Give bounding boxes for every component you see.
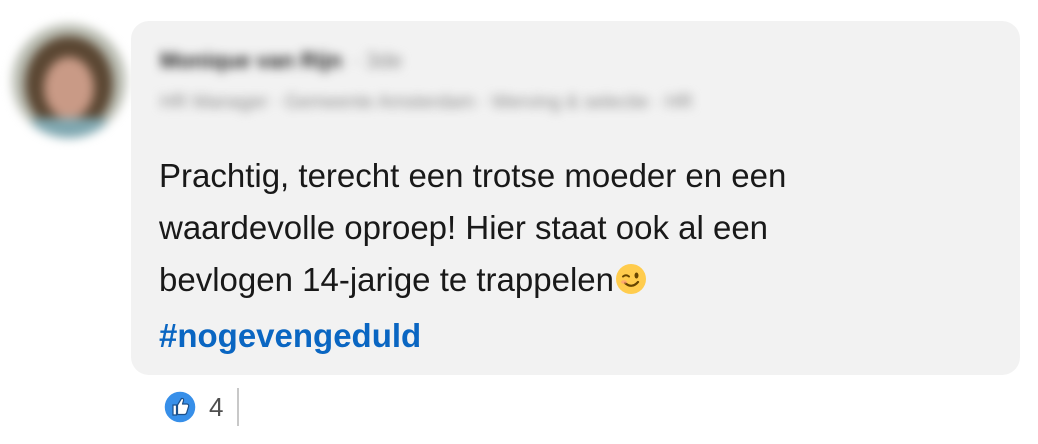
- comment-line-with-emoji: bevlogen 14-jarige te trappelen: [159, 254, 979, 310]
- avatar[interactable]: [12, 24, 126, 138]
- author-line[interactable]: Monique van Rijn · 3de: [160, 48, 402, 74]
- author-headline: HR Manager · Gemeente Amsterdam · Wervin…: [160, 92, 693, 113]
- connection-degree: · 3de: [352, 48, 403, 73]
- comment-line: Prachtig, terecht een trotse moeder en e…: [159, 157, 787, 194]
- author-name[interactable]: Monique van Rijn: [160, 48, 342, 74]
- reactions-divider: [237, 388, 240, 426]
- comment-text: Prachtig, terecht een trotse moeder en e…: [159, 150, 979, 362]
- like-icon: [163, 390, 197, 424]
- comment-container: Monique van Rijn · 3de HR Manager · Geme…: [0, 0, 1038, 444]
- comment-line: bevlogen 14-jarige te trappelen: [159, 261, 614, 298]
- reaction-count[interactable]: 4: [209, 392, 223, 423]
- winking-face-emoji-icon: [615, 258, 647, 310]
- hashtag-link[interactable]: #nogevengeduld: [159, 317, 421, 354]
- comment-line: waardevolle oproep! Hier staat ook al ee…: [159, 209, 769, 246]
- reactions-bar[interactable]: 4: [163, 388, 240, 426]
